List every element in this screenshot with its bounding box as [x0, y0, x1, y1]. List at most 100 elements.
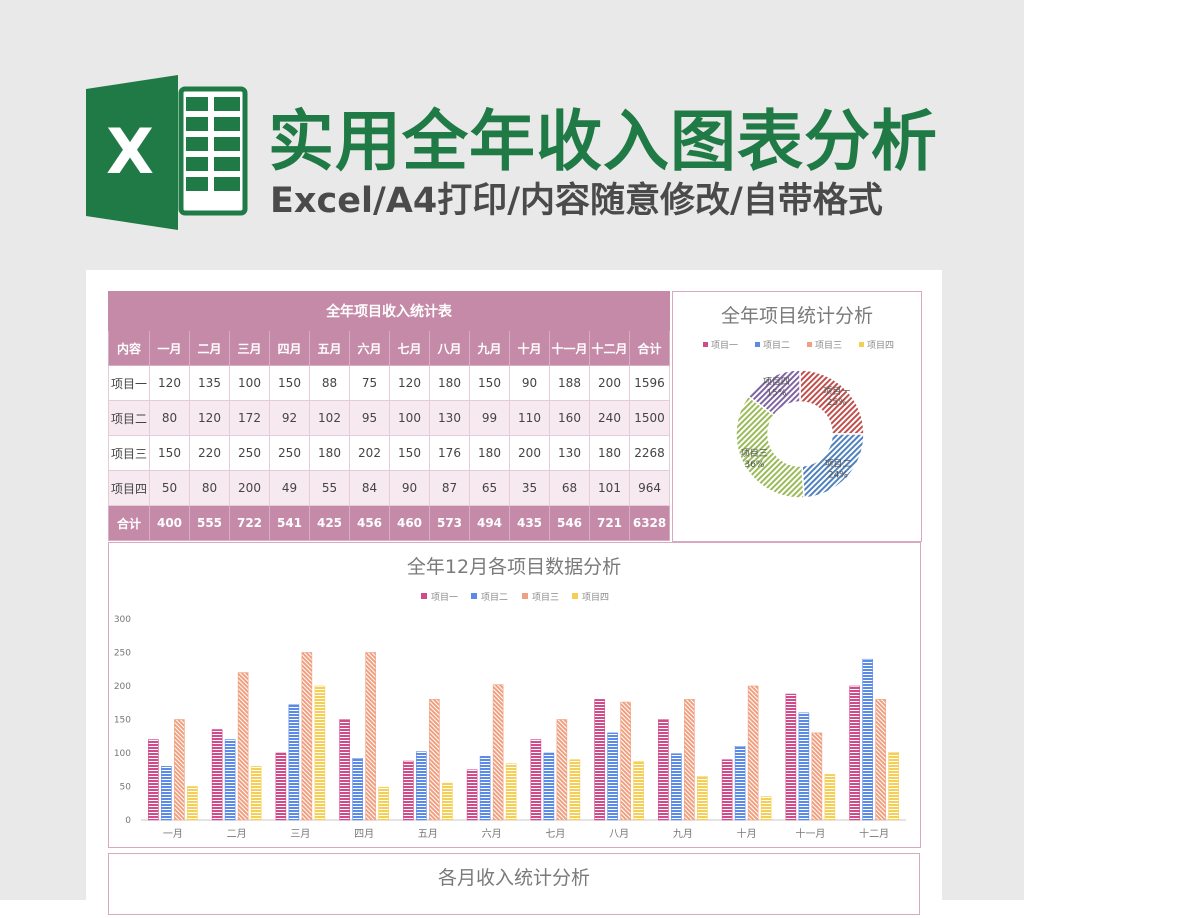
table-cell: 400: [149, 505, 190, 541]
table-cell: 202: [349, 435, 390, 471]
x-tick-label: 七月: [545, 828, 565, 840]
pie-slice-label: 项目二: [824, 459, 851, 470]
x-tick-label: 五月: [418, 828, 438, 840]
table-cell: 964: [628, 470, 671, 506]
bar: [556, 719, 568, 821]
table-cell: 六月: [349, 330, 390, 366]
table-cell: 180: [589, 435, 630, 471]
bar: [224, 739, 236, 821]
table-cell: 110: [509, 400, 550, 436]
legend-label: 项目四: [582, 592, 609, 603]
table-cell: 92: [269, 400, 310, 436]
y-tick-label: 250: [114, 649, 131, 659]
legend-swatch: [471, 593, 477, 599]
table-cell: 130: [429, 400, 470, 436]
income-table: 全年项目收入统计表 内容 一月 二月 三月 四月 五月 六月 七月 八月 九月 十月 十一月 十二月 合计…: [107, 291, 671, 541]
bar: [466, 769, 478, 821]
table-cell: 546: [549, 505, 590, 541]
pie-slice-label: 15%: [766, 389, 786, 399]
table-cell: 200: [589, 365, 630, 401]
table-cell: 80: [189, 470, 230, 506]
bar: [633, 761, 644, 821]
bar: [275, 752, 287, 821]
bar: [403, 760, 414, 821]
x-tick-label: 四月: [354, 828, 374, 840]
table-cell: 721: [589, 505, 630, 541]
legend-swatch: [807, 342, 812, 347]
x-tick-label: 二月: [227, 828, 247, 840]
bar: [811, 732, 823, 821]
legend-label: 项目四: [867, 340, 894, 351]
bar: [798, 712, 810, 821]
legend-label: 项目二: [481, 592, 508, 603]
table-cell: 180: [469, 435, 510, 471]
table-cell: 项目三: [108, 435, 150, 471]
bar: [607, 732, 618, 821]
bar: [849, 685, 860, 821]
bar: [442, 782, 453, 821]
y-tick-label: 150: [114, 716, 131, 726]
table-cell: 150: [269, 365, 310, 401]
legend-label: 项目一: [711, 340, 738, 351]
bar: [429, 699, 440, 821]
table-cell: 460: [389, 505, 430, 541]
table-cell: 49: [269, 470, 310, 506]
table-total-row: 合计 400 555 722 541 425 456 460 573 494 435 546 721 63…: [108, 505, 671, 541]
legend-swatch: [522, 593, 528, 599]
bar: [288, 704, 300, 821]
bar: [862, 658, 873, 821]
table-cell: 七月: [389, 330, 430, 366]
table-cell: 1500: [628, 400, 671, 436]
bar: [148, 739, 159, 821]
table-cell: 120: [189, 400, 230, 436]
pie-chart-title: 全年项目统计分析: [721, 305, 873, 327]
table-cell: 87: [429, 470, 470, 506]
bar: [875, 699, 886, 821]
legend-swatch: [572, 593, 578, 599]
bar: [479, 756, 491, 821]
table-cell: 6328: [628, 505, 671, 541]
pie-chart-panel: 全年项目统计分析 项目一 项目二 项目三 项目四 项目一 25% 项目二 24% 项目三 36% 项目…: [672, 291, 922, 542]
x-tick-label: 六月: [482, 828, 502, 840]
bar-chart: 全年12月各项目数据分析项目一 项目二 项目三 项目四 0 50 100 150 200 250 3…: [114, 556, 906, 840]
table-cell: 435: [509, 505, 550, 541]
bar: [824, 774, 836, 821]
table-cell: 项目一: [108, 365, 150, 401]
table-cell: 99: [469, 400, 510, 436]
bar: [250, 766, 262, 821]
table-cell: 120: [149, 365, 190, 401]
pie-slice-label: 项目一: [823, 386, 850, 397]
table-cell: 200: [229, 470, 270, 506]
pie-slice-label: 24%: [828, 471, 848, 481]
table-cell: 35: [509, 470, 550, 506]
legend-swatch: [755, 342, 760, 347]
table-row: 项目一 120 135 100 150 88 75 120 180 150 90 188 200 1596: [108, 365, 671, 401]
table-cell: 180: [429, 365, 470, 401]
table-cell: 100: [389, 400, 430, 436]
table-cell: 项目二: [108, 400, 150, 436]
table-cell: 100: [229, 365, 270, 401]
table-cell: 合计: [108, 505, 150, 541]
banner-title: 实用全年收入图表分析: [268, 103, 938, 180]
table-cell: 102: [309, 400, 350, 436]
x-tick-label: 八月: [609, 828, 629, 840]
legend-label: 项目三: [815, 340, 842, 351]
table-cell: 176: [429, 435, 470, 471]
table-cell: 90: [509, 365, 550, 401]
legend-label: 项目二: [763, 340, 790, 351]
bar: [569, 759, 581, 821]
table-cell: 250: [269, 435, 310, 471]
bar: [161, 766, 172, 821]
pie-slice-label: 36%: [744, 460, 764, 470]
legend-swatch: [703, 342, 708, 347]
table-cell: 55: [309, 470, 350, 506]
table-cell: 50: [149, 470, 190, 506]
table-cell: 八月: [429, 330, 470, 366]
table-cell: 172: [229, 400, 270, 436]
table-cell: 80: [149, 400, 190, 436]
bar: [365, 652, 376, 821]
pie-slice-label: 25%: [827, 398, 847, 408]
table-header-row: 内容 一月 二月 三月 四月 五月 六月 七月 八月 九月 十月 十一月 十二月 合计: [108, 330, 671, 366]
bar: [594, 699, 605, 821]
x-tick-label: 十二月: [859, 827, 889, 840]
